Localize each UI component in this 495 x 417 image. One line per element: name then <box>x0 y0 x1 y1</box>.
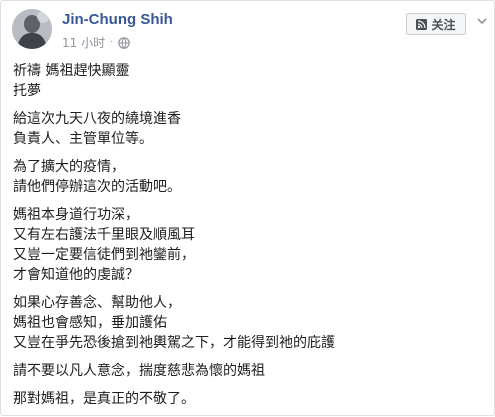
post-text-line: 又有左右護法千里眼及順風耳 <box>13 227 195 243</box>
author-name[interactable]: Jin-Chung Shih <box>62 11 173 28</box>
post-text-line: 祈禱 媽祖趕快顯靈 <box>13 63 130 79</box>
post-timestamp[interactable]: 11 小时 <box>62 34 105 51</box>
post-text-line: 托夢 <box>13 83 41 99</box>
post-text-line: 如果心存善念、幫助他人， <box>13 295 181 311</box>
post-text-line: 又豈在爭先恐後搶到祂輿駕之下，才能得到祂的庇護 <box>13 335 335 351</box>
post-text-line: 給這次九天八夜的繞境進香 <box>13 111 181 127</box>
post-body: 祈禱 媽祖趕快顯靈 托夢 給這次九天八夜的繞境進香 負責人、主管單位等。 為了擴大的疫情… <box>13 61 483 417</box>
post-text-line: 請他們停辦這次的活動吧。 <box>13 179 181 195</box>
post-text-line: 負責人、主管單位等。 <box>13 131 153 147</box>
post-card: Jin-Chung Shih 11 小时 · 关注 祈禱 媽祖趕快顯靈 托夢 給這次… <box>0 0 495 416</box>
post-paragraph: 媽祖本身道行功深， 又有左右護法千里眼及順風耳 又豈一定要信徒們到祂鑾前， 才會知道他… <box>13 205 483 285</box>
post-text-line: 為了擴大的疫情， <box>13 159 125 175</box>
globe-icon[interactable] <box>118 36 131 49</box>
post-meta: 11 小时 · <box>62 34 131 51</box>
follow-button[interactable]: 关注 <box>406 13 466 35</box>
post-text-line: 媽祖也會感知，垂加護佑 <box>13 315 167 331</box>
follow-label: 关注 <box>431 17 456 32</box>
rss-icon <box>416 18 428 30</box>
post-paragraph: 祈禱 媽祖趕快顯靈 托夢 <box>13 61 483 101</box>
post-text-line: 媽祖本身道行功深， <box>13 207 139 223</box>
post-text-line: 才會知道他的虔誠？ <box>13 267 139 283</box>
post-header: Jin-Chung Shih 11 小时 · 关注 <box>1 1 494 57</box>
post-text-line: 那對媽祖，是真正的不敬了。 <box>13 391 195 407</box>
avatar-image <box>12 9 52 49</box>
chevron-down-icon[interactable] <box>474 15 490 31</box>
avatar[interactable] <box>12 9 52 49</box>
post-paragraph: 如果心存善念、幫助他人， 媽祖也會感知，垂加護佑又豈在爭先恐後搶到祂輿駕之下，才能… <box>13 293 483 353</box>
post-paragraph: 為了擴大的疫情， 請他們停辦這次的活動吧。 <box>13 157 483 197</box>
post-text-line: 又豈一定要信徒們到祂鑾前， <box>13 247 195 263</box>
meta-separator: · <box>110 37 114 48</box>
post-paragraph: 請不要以凡人意念，揣度慈悲為懷的媽祖 <box>13 361 483 381</box>
post-text-line: 請不要以凡人意念，揣度慈悲為懷的媽祖 <box>13 363 265 379</box>
post-paragraph: 給這次九天八夜的繞境進香 負責人、主管單位等。 <box>13 109 483 149</box>
post-paragraph: 那對媽祖，是真正的不敬了。 <box>13 389 483 409</box>
